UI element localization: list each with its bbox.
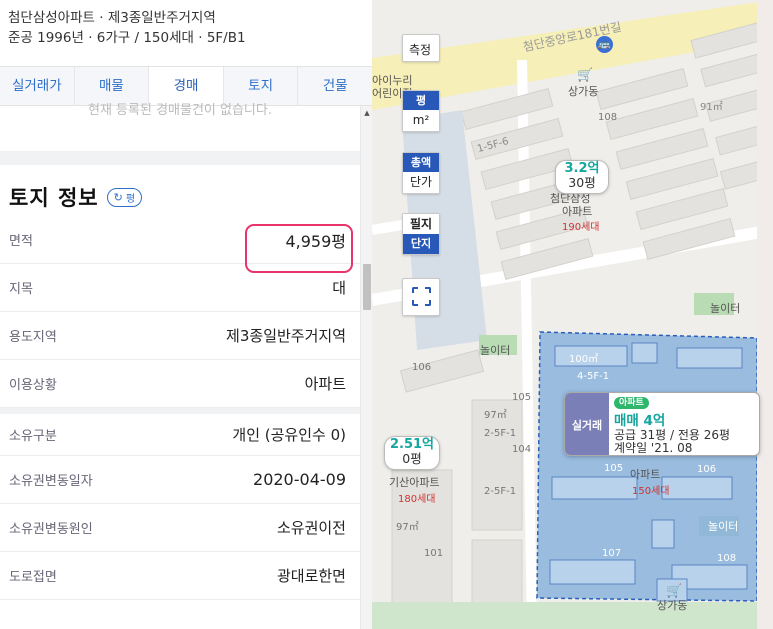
row-value: 제3종일반주거지역 <box>226 327 346 345</box>
land-row-ownership: 소유구분 개인 (공유인수 0) <box>0 408 360 456</box>
price-marker-size: 0평 <box>402 451 422 466</box>
land-info-table: 면적 4,959평 지목 대 용도지역 제3종일반주거지역 이용상황 아파트 소… <box>0 216 360 600</box>
building-number: 106 <box>697 464 717 475</box>
parcel-layer-button[interactable]: 필지 <box>403 214 439 234</box>
price-marker-price: 3.2억 <box>564 161 600 176</box>
row-key: 도로접면 <box>9 570 57 585</box>
refresh-icon: ↻ <box>113 190 123 204</box>
area-select-button[interactable] <box>402 278 440 316</box>
measure-label: 측정 <box>409 43 432 57</box>
land-info-heading: 토지 정보 ↻ 평 <box>9 182 143 212</box>
playground-label-2: 놀이터 <box>480 344 511 357</box>
unit-toggle-label: 평 <box>125 193 136 205</box>
land-row-owner-change-reason: 소유권변동원인 소유권이전 <box>0 504 360 552</box>
sqm-unit-button[interactable]: m² <box>403 110 439 131</box>
property-panel: 첨단삼성아파트 · 제3종일반주거지역 준공 1996년 · 6가구 / 150… <box>0 0 372 629</box>
row-value: 2020-04-09 <box>253 470 346 489</box>
price-marker-2[interactable]: 2.51억 0평 <box>384 436 440 470</box>
price-marker-price: 2.51억 <box>389 437 435 452</box>
trade-popup[interactable]: 실거래 아파트 매매 4억 공급 31평 / 전용 26평 계약일 '21. 0… <box>564 392 760 456</box>
map-layer-switch[interactable]: 필지 단지 <box>402 213 440 255</box>
building-number: 105 <box>604 463 624 474</box>
panel-header: 첨단삼성아파트 · 제3종일반주거지역 준공 1996년 · 6가구 / 150… <box>0 0 372 66</box>
building-number: 107 <box>602 548 622 559</box>
area-label: 97㎡ <box>484 410 507 421</box>
price-marker-size: 30평 <box>568 175 596 190</box>
store-icon: 🛒 <box>577 68 594 83</box>
unit-price-button[interactable]: 단가 <box>403 172 439 193</box>
floor-label: 2-5F-1 <box>484 428 517 439</box>
price-mode-switch[interactable]: 총액 단가 <box>402 152 440 194</box>
area-unit-switch[interactable]: 평 m² <box>402 90 440 132</box>
land-info-title: 토지 정보 <box>9 186 99 210</box>
land-row-area: 면적 4,959평 <box>0 216 360 273</box>
store-label-1: 상가동 <box>568 85 599 98</box>
land-row-usage: 이용상황 아파트 <box>0 360 360 408</box>
property-type-badge: 아파트 <box>614 397 649 409</box>
playground-label-1: 놀이터 <box>710 302 741 315</box>
land-row-owner-change-date: 소유권변동일자 2020-04-09 <box>0 456 360 504</box>
apt-name-label-2: 아파트 <box>562 205 593 218</box>
scroll-up-arrow-icon[interactable]: ▲ <box>361 109 372 117</box>
row-key: 소유권변동원인 <box>9 522 93 537</box>
unit-toggle-button[interactable]: ↻ 평 <box>106 187 143 207</box>
building-number: 108 <box>717 553 737 564</box>
households-label-1: 190세대 <box>562 222 600 233</box>
trade-popup-tag: 실거래 <box>565 393 609 455</box>
row-key: 용도지역 <box>9 330 57 345</box>
land-row-category: 지목 대 <box>0 264 360 312</box>
building-number: 105 <box>512 392 532 403</box>
land-row-zoning: 용도지역 제3종일반주거지역 <box>0 312 360 360</box>
floor-label: 2-5F-1 <box>484 486 517 497</box>
bus-stop-icon[interactable]: 🚌 <box>596 36 613 53</box>
section-divider <box>0 151 360 165</box>
area-label: 100㎡ <box>569 354 599 365</box>
row-value: 소유권이전 <box>276 519 346 537</box>
floor-label: 4-5F-1 <box>577 371 610 382</box>
auction-notice: 현재 등록된 경매물건이 없습니다. <box>88 103 272 118</box>
row-key: 면적 <box>9 234 33 249</box>
area-label: 97㎡ <box>396 522 419 533</box>
building-number: 108 <box>598 112 618 123</box>
row-key: 소유권변동일자 <box>9 474 93 489</box>
row-value: 광대로한면 <box>276 567 346 585</box>
panel-scrollbar[interactable]: ▲ <box>360 106 372 629</box>
measure-button[interactable]: 측정 <box>402 34 440 62</box>
row-value: 대 <box>332 279 346 297</box>
row-key: 소유구분 <box>9 429 57 444</box>
pyeong-unit-button[interactable]: 평 <box>403 91 439 110</box>
area-label: 91㎡ <box>700 102 723 113</box>
map-view[interactable]: 첨단중앙로181번길 🚌 🛒 상가동 아이누리 어린이집 첨단삼성 아파트 19… <box>372 0 773 629</box>
row-value: 개인 (공유인수 0) <box>232 426 346 444</box>
playground-label-3: 놀이터 <box>708 520 739 533</box>
complex-layer-button[interactable]: 단지 <box>403 234 439 254</box>
property-subtitle: 준공 1996년 · 6가구 / 150세대 · 5F/B1 <box>8 30 246 46</box>
households-label-2: 180세대 <box>398 494 436 505</box>
building-number: 101 <box>424 548 444 559</box>
row-key: 이용상황 <box>9 378 57 393</box>
total-price-button[interactable]: 총액 <box>403 153 439 172</box>
select-area-icon <box>412 287 431 306</box>
land-row-road-frontage: 도로접면 광대로한면 <box>0 552 360 600</box>
building-number: 104 <box>512 444 532 455</box>
store-label-2: 상가동 <box>657 599 688 612</box>
row-key: 지목 <box>9 282 33 297</box>
row-value: 아파트 <box>304 375 346 393</box>
apt-name-label-4: 아파트 <box>630 468 661 481</box>
price-marker-1[interactable]: 3.2억 30평 <box>555 160 609 194</box>
households-label-3: 150세대 <box>632 486 670 497</box>
building-number: 106 <box>412 362 432 373</box>
property-title: 첨단삼성아파트 · 제3종일반주거지역 <box>8 10 216 26</box>
trade-contract-date: 계약일 '21. 08 <box>614 441 693 455</box>
scroll-thumb[interactable] <box>363 264 371 310</box>
apt-name-label-3: 기산아파트 <box>389 476 440 489</box>
